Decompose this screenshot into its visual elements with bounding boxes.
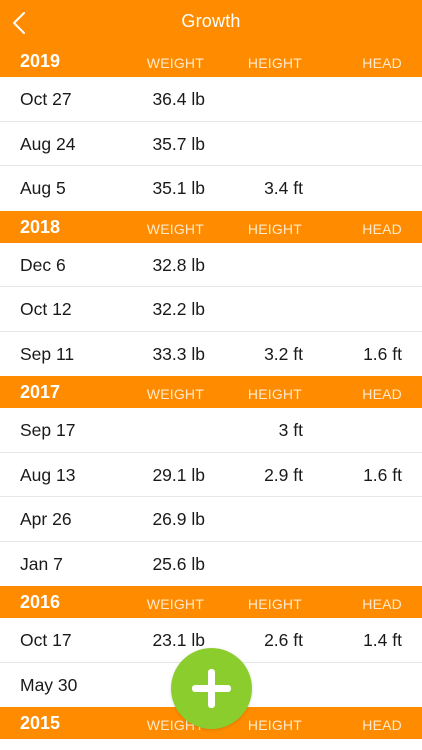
column-header-weight: WEIGHT [146, 386, 204, 402]
entry-date: Oct 17 [20, 630, 72, 650]
entry-date: Sep 17 [20, 420, 76, 440]
column-header-head: HEAD [362, 55, 402, 71]
column-header-height: HEIGHT [247, 55, 302, 71]
entry-weight: 35.1 lb [152, 178, 205, 198]
column-header-height: HEIGHT [247, 386, 302, 402]
entry-weight: 32.2 lb [152, 299, 205, 319]
entry-date: Apr 26 [20, 509, 72, 529]
entry-head: 1.6 ft [363, 343, 402, 364]
nav-bar: Growth [0, 0, 422, 45]
entry-date: Dec 6 [20, 254, 66, 275]
entry-weight: 23.1 lb [152, 630, 205, 650]
entry-weight: 35.7 lb [152, 133, 205, 154]
entry-head: 1.6 ft [363, 464, 402, 485]
entry-row[interactable]: Apr 26 26.9 lb [0, 497, 422, 542]
entry-row[interactable]: Sep 11 33.3 lb 3.2 ft 1.6 ft [0, 331, 422, 376]
section-year: 2019 [20, 51, 61, 71]
column-header-height: HEIGHT [247, 717, 302, 733]
entry-date: Sep 11 [20, 343, 75, 364]
entry-height: 3 ft [278, 420, 303, 440]
column-header-weight: WEIGHT [146, 596, 204, 612]
entry-date: Aug 5 [20, 178, 66, 198]
entry-height: 2.6 ft [264, 630, 303, 650]
entry-date: Aug 24 [20, 133, 76, 154]
growth-list[interactable]: 2019 WEIGHT HEIGHT HEAD Oct 27 36.4 lb Aug 24 3… [0, 45, 422, 739]
entry-row[interactable]: Oct 27 36.4 lb [0, 77, 422, 122]
column-header-head: HEAD [362, 220, 402, 237]
entry-date: Aug 13 [20, 464, 76, 485]
page-title: Growth [181, 11, 241, 31]
entry-date: Oct 12 [20, 299, 72, 319]
section-year: 2017 [20, 382, 61, 402]
entry-date: Jan 7 [20, 553, 63, 574]
column-header-head: HEAD [362, 717, 402, 733]
entry-row[interactable]: Sep 17 3 ft [0, 408, 422, 453]
section-header-3: 2016 WEIGHT HEIGHT HEAD [0, 586, 422, 618]
column-header-height: HEIGHT [247, 596, 302, 612]
add-entry-button[interactable] [171, 648, 252, 729]
column-header-weight: WEIGHT [146, 55, 204, 71]
entry-row[interactable]: Oct 12 32.2 lb [0, 287, 422, 332]
entry-date: Oct 27 [20, 89, 72, 109]
entry-row[interactable]: Aug 24 35.7 lb [0, 121, 422, 166]
column-header-height: HEIGHT [247, 220, 302, 237]
growth-screen: Growth 2019 WEIGHT HEIGHT HEAD Oct 27 36.4 lb… [0, 0, 422, 750]
column-header-head: HEAD [362, 386, 402, 402]
entry-head: 1.4 ft [363, 630, 402, 650]
section-header-0: 2019 WEIGHT HEIGHT HEAD [0, 45, 422, 77]
section-header-2: 2017 WEIGHT HEIGHT HEAD [0, 376, 422, 408]
entry-row[interactable]: Aug 5 35.1 lb 3.4 ft [0, 166, 422, 211]
entry-row[interactable]: Aug 13 29.1 lb 2.9 ft 1.6 ft [0, 452, 422, 497]
entry-row[interactable]: Dec 6 32.8 lb [0, 242, 422, 287]
entry-weight: 33.3 lb [152, 343, 205, 364]
entry-weight: 32.8 lb [152, 254, 205, 275]
entry-height: 3.4 ft [264, 178, 303, 198]
entry-weight: 36.4 lb [152, 89, 205, 109]
entry-weight: 26.9 lb [152, 509, 205, 529]
entry-date: May 30 [20, 674, 78, 695]
column-header-weight: WEIGHT [146, 220, 204, 237]
section-header-1: 2018 WEIGHT HEIGHT HEAD [0, 210, 422, 243]
column-header-head: HEAD [362, 596, 402, 612]
section-year: 2016 [20, 592, 61, 612]
section-year: 2015 [20, 713, 61, 733]
section-year: 2018 [20, 216, 61, 237]
entry-height: 2.9 ft [264, 464, 303, 485]
entry-row[interactable]: Jan 7 25.6 lb [0, 541, 422, 586]
entry-weight: 29.1 lb [152, 464, 205, 485]
entry-weight: 25.6 lb [152, 553, 205, 574]
entry-height: 3.2 ft [264, 343, 303, 364]
